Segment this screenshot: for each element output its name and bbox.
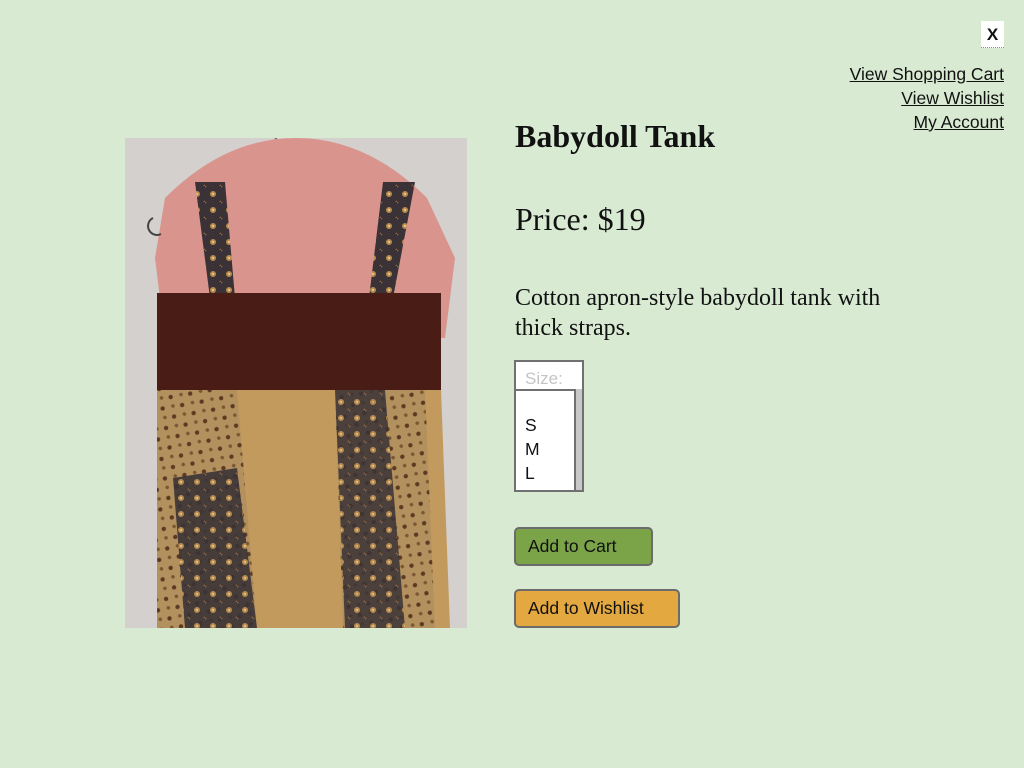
close-button[interactable]: X bbox=[981, 21, 1004, 48]
account-links: View Shopping Cart View Wishlist My Acco… bbox=[850, 62, 1004, 134]
size-select[interactable]: Size: S M L bbox=[514, 360, 584, 492]
product-price: Price: $19 bbox=[515, 201, 646, 237]
my-account-link[interactable]: My Account bbox=[914, 110, 1004, 134]
size-option-m[interactable]: M bbox=[525, 437, 574, 461]
size-list-scrollbar[interactable] bbox=[576, 389, 582, 490]
size-option-s[interactable]: S bbox=[525, 413, 574, 437]
product-page: X View Shopping Cart View Wishlist My Ac… bbox=[0, 0, 1024, 768]
size-option-l[interactable]: L bbox=[525, 461, 574, 485]
view-wishlist-link[interactable]: View Wishlist bbox=[901, 86, 1004, 110]
product-description: Cotton apron-style babydoll tank with th… bbox=[515, 285, 881, 341]
view-shopping-cart-link[interactable]: View Shopping Cart bbox=[850, 62, 1004, 86]
close-icon: X bbox=[986, 24, 999, 44]
size-select-placeholder: Size: bbox=[525, 369, 563, 388]
add-to-cart-button[interactable]: Add to Cart bbox=[514, 527, 653, 566]
product-image bbox=[125, 138, 467, 628]
add-to-wishlist-button[interactable]: Add to Wishlist bbox=[514, 589, 680, 628]
product-title: Babydoll Tank bbox=[515, 118, 716, 154]
size-options-list[interactable]: S M L bbox=[516, 389, 576, 490]
